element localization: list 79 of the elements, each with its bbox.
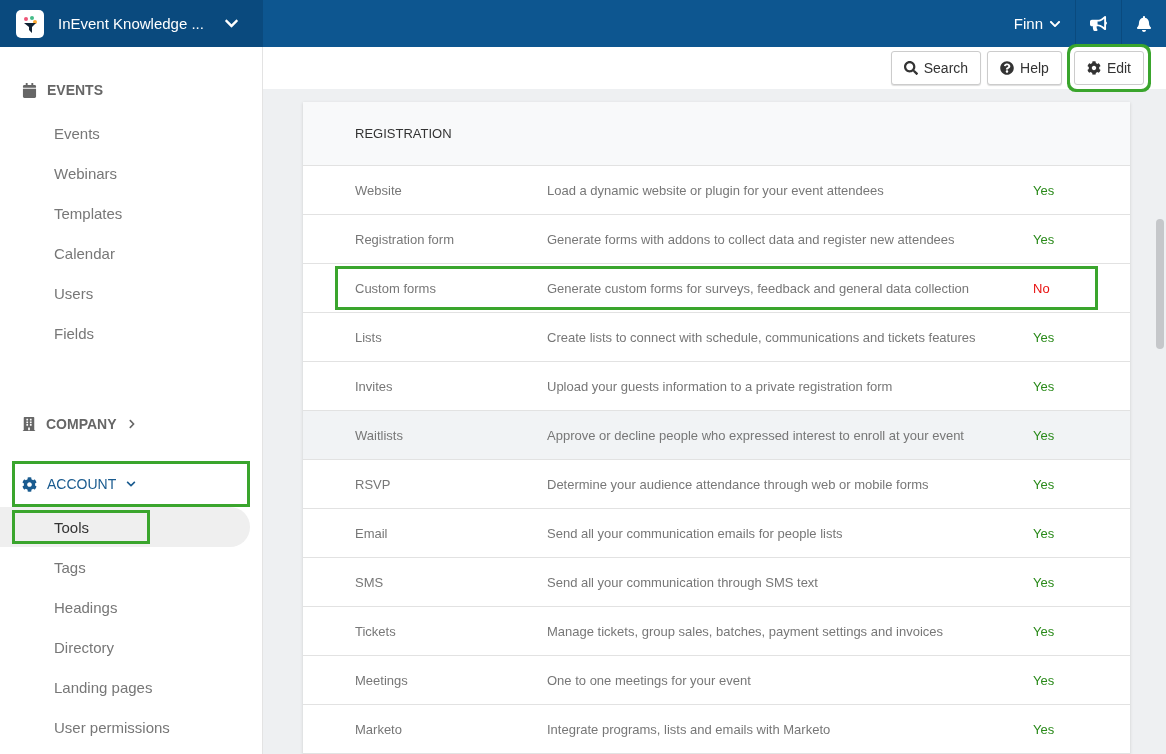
tool-name: Meetings xyxy=(355,672,409,688)
tool-description: Generate custom forms for surveys, feedback and general data collection xyxy=(547,280,970,296)
tool-status: Yes xyxy=(1033,476,1056,492)
tool-description: One to one meetings for your event xyxy=(547,672,752,688)
tool-status: Yes xyxy=(1033,525,1056,541)
tool-status: Yes xyxy=(1033,427,1056,443)
tool-description: Integrate programs, lists and emails with Marketo xyxy=(547,721,832,737)
tool-description: Send all your communication emails for people lists xyxy=(547,525,844,541)
tool-status: Yes xyxy=(1033,672,1056,688)
tool-status: No xyxy=(1033,280,1051,296)
tool-name: SMS xyxy=(355,574,385,590)
tool-status: Yes xyxy=(1033,329,1056,345)
sidebar-section[interactable]: ACCOUNT xyxy=(12,461,250,507)
tool-name: Tickets xyxy=(355,623,397,639)
tool-description: Approve or decline people who expressed interest to enroll at your event xyxy=(547,427,965,443)
help-icon xyxy=(1000,61,1015,75)
search-icon xyxy=(903,61,918,75)
tool-name: Invites xyxy=(355,378,394,394)
megaphone-icon xyxy=(1090,15,1107,32)
building-icon xyxy=(22,417,36,431)
settings-icon xyxy=(1086,61,1101,75)
chevron-right-icon xyxy=(126,419,137,429)
tool-name: Email xyxy=(355,525,389,541)
tool-name: RSVP xyxy=(355,476,392,492)
sidebar-item[interactable]: Tags xyxy=(0,547,250,587)
tool-description: Load a dynamic website or plugin for your event attendees xyxy=(547,182,885,198)
tool-row[interactable]: Email Send all your communication emails for people lists Yes xyxy=(303,509,1130,558)
sidebar-section[interactable]: EVENTS xyxy=(12,67,250,113)
search-button[interactable]: Search xyxy=(890,51,982,85)
sidebar-item[interactable]: Fields xyxy=(0,313,250,353)
tool-row[interactable]: Tickets Manage tickets, group sales, batches, payment settings and invoices Yes xyxy=(303,607,1130,656)
bell-icon xyxy=(1136,15,1152,32)
tool-description: Create lists to connect with schedule, communications and tickets features xyxy=(547,329,977,345)
tool-row[interactable]: Meetings One to one meetings for your event Yes xyxy=(303,656,1130,705)
sidebar-item[interactable]: Events xyxy=(0,113,250,153)
chevron-down-icon xyxy=(126,479,137,489)
tool-status: Yes xyxy=(1033,378,1056,394)
tool-row[interactable]: SMS Send all your communication through SMS text Yes xyxy=(303,558,1130,607)
tool-status: Yes xyxy=(1033,574,1056,590)
app-logo[interactable] xyxy=(16,9,44,38)
tool-row[interactable]: RSVP Determine your audience attendance through web or mobile forms Yes xyxy=(303,460,1130,509)
sidebar-item[interactable]: Templates xyxy=(0,193,250,233)
tool-status: Yes xyxy=(1033,182,1056,198)
tool-row[interactable]: Registration form Generate forms with addons to collect data and register new attendees Yes xyxy=(303,215,1130,264)
tool-name: Website xyxy=(355,182,403,198)
user-menu[interactable]: Finn xyxy=(999,0,1075,47)
tool-row[interactable]: Marketo Integrate programs, lists and emails with Marketo Yes xyxy=(303,705,1130,754)
sidebar-item[interactable]: Tools xyxy=(0,507,250,547)
tool-row[interactable]: Waitlists Approve or decline people who expressed interest to enroll at your event Yes xyxy=(303,411,1130,460)
tool-status: Yes xyxy=(1033,231,1056,247)
sidebar-item[interactable]: Webinars xyxy=(0,153,250,193)
tool-name: Registration form xyxy=(355,231,455,247)
tool-name: Lists xyxy=(355,329,383,345)
tool-status: Yes xyxy=(1033,721,1056,737)
tool-row[interactable]: Invites Upload your guests information to a private registration form Yes xyxy=(303,362,1130,411)
help-button[interactable]: Help xyxy=(987,51,1062,85)
tool-name: Marketo xyxy=(355,721,403,737)
tool-row[interactable]: Lists Create lists to connect with schedule, communications and tickets features Yes xyxy=(303,313,1130,362)
sidebar-item[interactable]: Directory xyxy=(0,627,250,667)
section-heading: REGISTRATION xyxy=(355,126,452,141)
tool-description: Generate forms with addons to collect data and register new attendees xyxy=(547,231,956,247)
sidebar-item[interactable]: Calendar xyxy=(0,233,250,273)
tool-row[interactable]: Website Load a dynamic website or plugin for your event attendees Yes xyxy=(303,166,1130,215)
sidebar-item[interactable]: User permissions xyxy=(0,707,250,747)
tool-description: Manage tickets, group sales, batches, payment settings and invoices xyxy=(547,623,944,639)
calendar-icon xyxy=(22,82,37,98)
sidebar-item[interactable]: Landing pages xyxy=(0,667,250,707)
tool-description: Upload your guests information to a private registration form xyxy=(547,378,894,394)
settings-icon xyxy=(22,476,37,492)
tool-row[interactable]: Custom forms Generate custom forms for surveys, feedback and general data collection No xyxy=(303,264,1130,313)
sidebar-section[interactable]: COMPANY xyxy=(12,401,250,447)
tool-description: Send all your communication through SMS text xyxy=(547,574,819,590)
tool-status: Yes xyxy=(1033,623,1056,639)
tool-name: Custom forms xyxy=(355,280,437,296)
sidebar-item[interactable]: Users xyxy=(0,273,250,313)
tool-description: Determine your audience attendance through web or mobile forms xyxy=(547,476,930,492)
scrollbar-thumb[interactable] xyxy=(1156,219,1164,349)
tool-name: Waitlists xyxy=(355,427,404,443)
sidebar-item[interactable]: Headings xyxy=(0,587,250,627)
